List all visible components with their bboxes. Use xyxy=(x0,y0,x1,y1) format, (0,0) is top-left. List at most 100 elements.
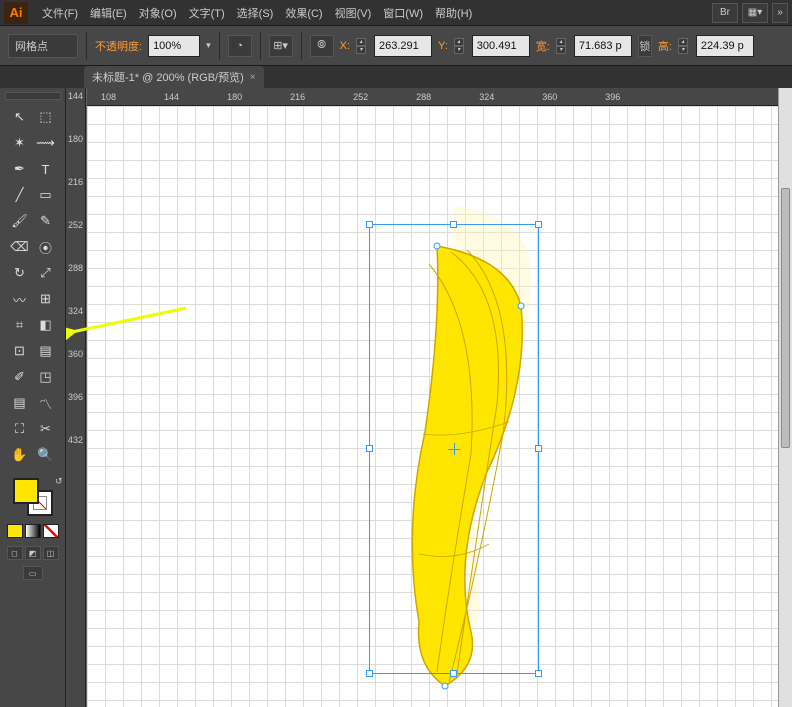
menu-window[interactable]: 窗口(W) xyxy=(377,5,429,21)
direct-selection-tool[interactable]: ⬚ xyxy=(33,104,59,130)
hand-tool[interactable]: ✋ xyxy=(7,442,33,468)
screen-mode-button[interactable]: ▭ xyxy=(23,566,43,580)
selection-handle[interactable] xyxy=(535,221,542,228)
transform-reference-point[interactable]: ⦾ xyxy=(310,35,334,57)
h-spin-down[interactable]: ▾ xyxy=(678,46,688,54)
arrange-documents-button[interactable]: ▦▾ xyxy=(742,3,768,23)
document-tab-row: 未标题-1* @ 200% (RGB/预览) × xyxy=(0,66,792,88)
rectangle-tool[interactable]: ▭ xyxy=(33,182,59,208)
eyedropper-tool[interactable]: ✐ xyxy=(7,364,33,390)
color-mode-button[interactable] xyxy=(7,524,23,538)
draw-normal-button[interactable]: ◻ xyxy=(7,546,23,560)
ruler-tick: 252 xyxy=(353,92,368,102)
zoom-tool[interactable]: 🔍 xyxy=(33,442,59,468)
x-spin-down[interactable]: ▾ xyxy=(356,46,366,54)
w-spin-up[interactable]: ▴ xyxy=(556,38,566,46)
swap-fill-stroke-icon[interactable]: ↺ xyxy=(55,476,63,487)
y-spin-down[interactable]: ▾ xyxy=(454,46,464,54)
x-input[interactable]: 263.291 xyxy=(374,35,432,57)
selection-handle[interactable] xyxy=(535,445,542,452)
draw-inside-button[interactable]: ◫ xyxy=(43,546,59,560)
artboard-tool[interactable]: ⛶ xyxy=(7,416,33,442)
menu-file[interactable]: 文件(F) xyxy=(36,5,84,21)
type-tool[interactable]: T xyxy=(33,156,59,182)
pencil-tool[interactable]: ✎ xyxy=(33,208,59,234)
blob-brush-tool[interactable]: ⦿ xyxy=(33,234,59,260)
ruler-tick: 216 xyxy=(290,92,305,102)
fill-swatch[interactable] xyxy=(13,478,39,504)
draw-behind-button[interactable]: ◩ xyxy=(25,546,41,560)
bridge-button[interactable]: Br xyxy=(712,3,738,23)
document-canvas[interactable]: 108 144 180 216 252 288 324 360 396 xyxy=(86,88,792,707)
shape-builder-tool[interactable]: ⌗ xyxy=(7,312,33,338)
w-spin-down[interactable]: ▾ xyxy=(556,46,566,54)
ruler-tick: 252 xyxy=(68,221,83,230)
menu-object[interactable]: 对象(O) xyxy=(133,5,183,21)
column-graph-tool[interactable]: 〽 xyxy=(33,390,59,416)
symbol-sprayer-tool[interactable]: ▤ xyxy=(7,390,33,416)
y-label: Y: xyxy=(438,40,448,52)
gradient-mode-button[interactable] xyxy=(25,524,41,538)
y-input[interactable]: 300.491 xyxy=(472,35,530,57)
divider-icon xyxy=(260,32,261,60)
blend-tool[interactable]: ◳ xyxy=(33,364,59,390)
opacity-dropdown-icon[interactable]: ▾ xyxy=(206,40,211,51)
selection-handle[interactable] xyxy=(366,221,373,228)
menu-select[interactable]: 选择(S) xyxy=(231,5,280,21)
selection-handle[interactable] xyxy=(450,221,457,228)
opacity-input[interactable]: 100% xyxy=(148,35,200,57)
divider-icon xyxy=(219,32,220,60)
tool-grid: ↖ ⬚ ✶ ⟿ ✒ T ╱ ▭ 🖌 ✎ ⌫ ⦿ ↻ ⤢ 〰 ⊞ ⌗ ◧ ⊡ ▤ … xyxy=(7,104,59,468)
width-tool[interactable]: 〰 xyxy=(7,286,33,312)
scrollbar-thumb[interactable] xyxy=(781,188,790,448)
menu-type[interactable]: 文字(T) xyxy=(183,5,231,21)
ruler-tick: 396 xyxy=(68,393,83,402)
line-segment-tool[interactable]: ╱ xyxy=(7,182,33,208)
selection-handle[interactable] xyxy=(535,670,542,677)
menu-edit[interactable]: 编辑(E) xyxy=(84,5,133,21)
menu-effect[interactable]: 效果(C) xyxy=(279,5,328,21)
width-input[interactable]: 71.683 p xyxy=(574,35,632,57)
none-mode-button[interactable] xyxy=(43,524,59,538)
selection-bounding-box[interactable] xyxy=(369,224,539,674)
x-label: X: xyxy=(340,40,350,52)
eraser-tool[interactable]: ⌫ xyxy=(7,234,33,260)
close-tab-icon[interactable]: × xyxy=(250,72,256,83)
height-input[interactable]: 224.39 p xyxy=(696,35,754,57)
panel-grip-icon[interactable] xyxy=(5,92,61,100)
gradient-tool[interactable]: ▤ xyxy=(33,338,59,364)
vertical-scrollbar[interactable] xyxy=(778,88,792,707)
lasso-tool[interactable]: ⟿ xyxy=(33,130,59,156)
menu-help[interactable]: 帮助(H) xyxy=(429,5,478,21)
ruler-tick: 432 xyxy=(68,436,83,445)
selection-handle[interactable] xyxy=(366,670,373,677)
selection-centerpoint-icon xyxy=(451,446,457,452)
menu-view[interactable]: 视图(V) xyxy=(329,5,378,21)
pen-tool[interactable]: ✒ xyxy=(7,156,33,182)
document-tab[interactable]: 未标题-1* @ 200% (RGB/预览) × xyxy=(84,66,264,88)
control-panel: 网格点 不透明度: 100% ▾ ◔ ⊞▾ ⦾ X: ▴▾ 263.291 Y:… xyxy=(0,26,792,66)
rotate-tool[interactable]: ↻ xyxy=(7,260,33,286)
slice-tool[interactable]: ✂ xyxy=(33,416,59,442)
selection-tool[interactable]: ↖ xyxy=(7,104,33,130)
y-spin-up[interactable]: ▴ xyxy=(454,38,464,46)
link-wh-icon[interactable]: 锁 xyxy=(638,35,652,57)
selection-type-label: 网格点 xyxy=(8,34,78,58)
recolor-artwork-button[interactable]: ◔ xyxy=(228,35,252,57)
mesh-tool[interactable]: ⊡ xyxy=(7,338,33,364)
align-button[interactable]: ⊞▾ xyxy=(269,35,293,57)
x-spin-up[interactable]: ▴ xyxy=(356,38,366,46)
selection-handle[interactable] xyxy=(450,670,457,677)
fill-stroke-indicator[interactable]: ↺ xyxy=(13,478,53,516)
perspective-grid-tool[interactable]: ◧ xyxy=(33,312,59,338)
vertical-ruler: 144 180 216 252 288 324 360 396 432 xyxy=(66,88,86,707)
ruler-tick: 288 xyxy=(68,264,83,273)
workspace-switcher[interactable]: » xyxy=(772,3,788,23)
h-spin-up[interactable]: ▴ xyxy=(678,38,688,46)
magic-wand-tool[interactable]: ✶ xyxy=(7,130,33,156)
artboard[interactable] xyxy=(87,106,792,707)
scale-tool[interactable]: ⤢ xyxy=(33,260,59,286)
selection-handle[interactable] xyxy=(366,445,373,452)
free-transform-tool[interactable]: ⊞ xyxy=(33,286,59,312)
paintbrush-tool[interactable]: 🖌 xyxy=(7,208,33,234)
